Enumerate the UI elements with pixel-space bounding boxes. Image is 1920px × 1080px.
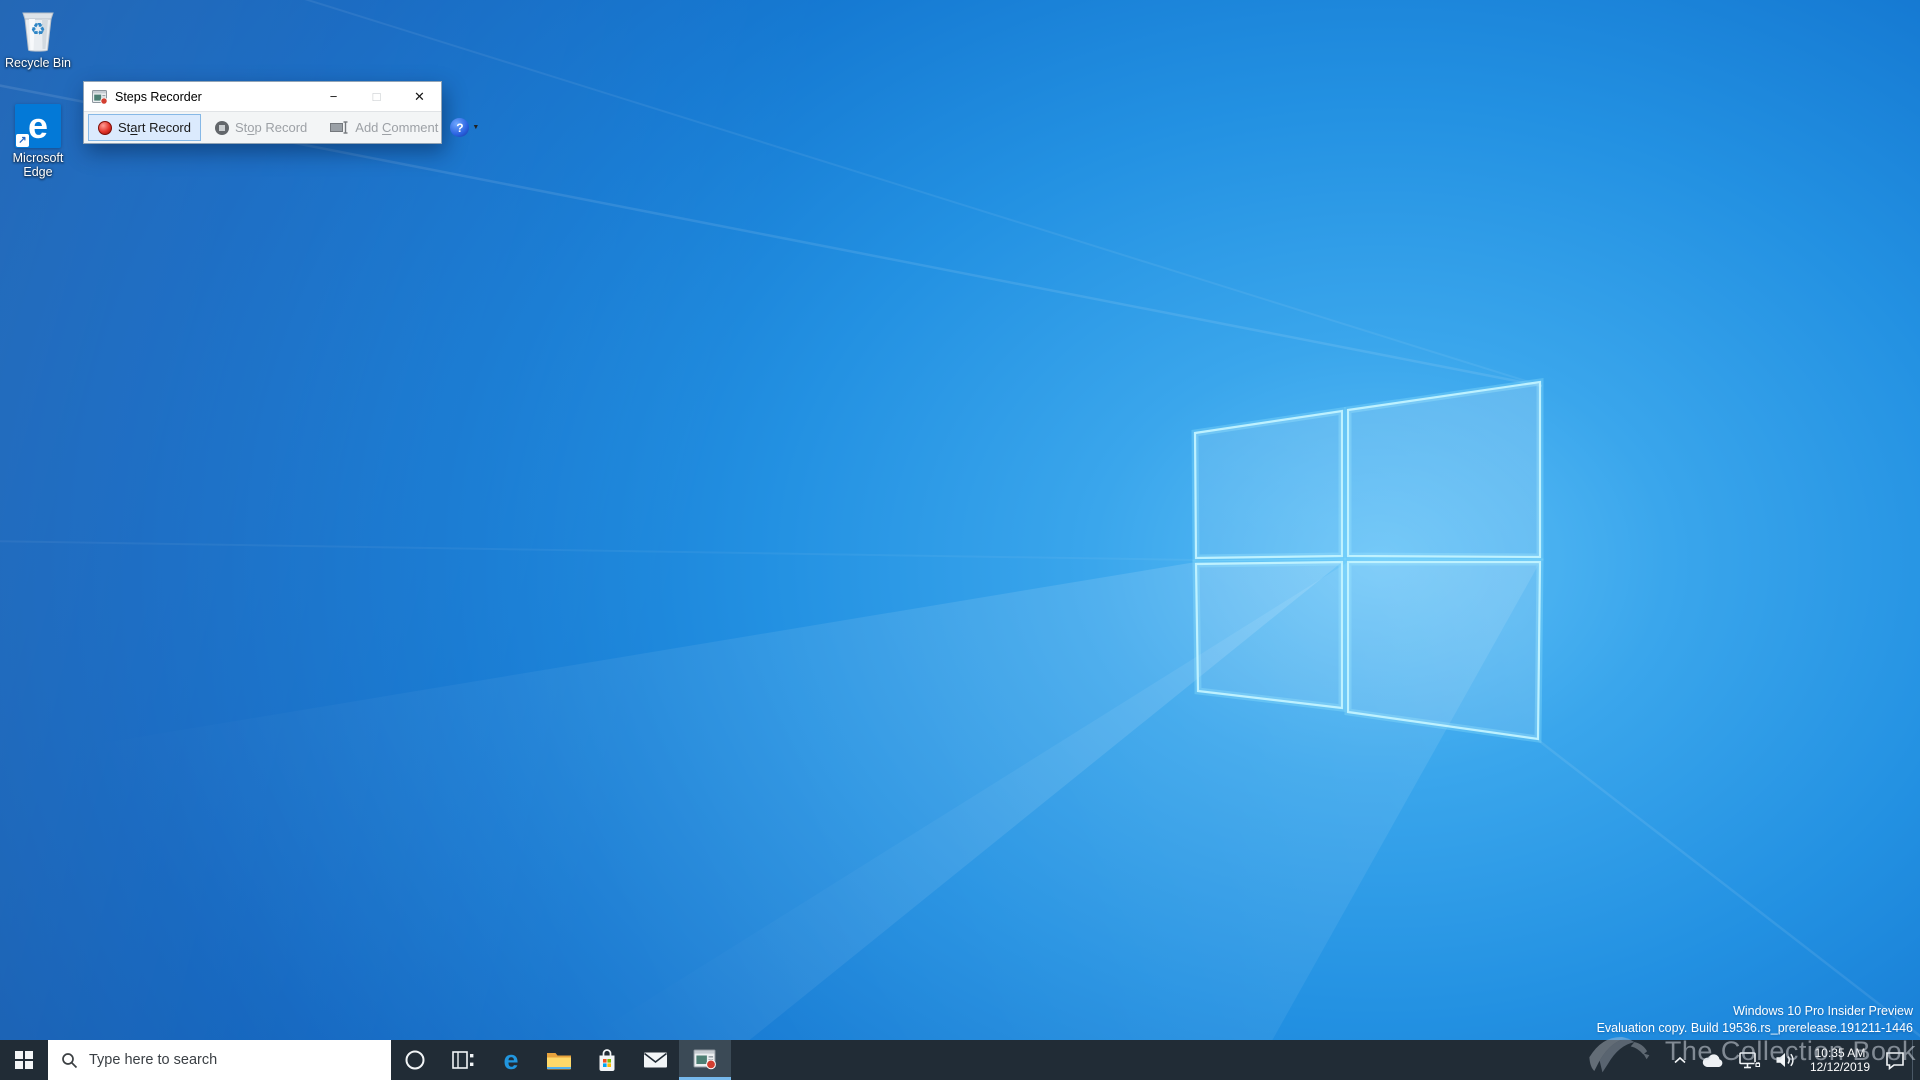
search-placeholder: Type here to search: [89, 1052, 217, 1068]
windows-logo-icon: [15, 1051, 33, 1069]
action-center-button[interactable]: [1878, 1040, 1912, 1080]
maximize-button[interactable]: □: [355, 82, 398, 111]
start-record-button[interactable]: Start Record: [88, 114, 201, 141]
volume-icon: [1774, 1051, 1796, 1069]
clock-date: 12/12/2019: [1810, 1060, 1870, 1074]
desktop-icon-recycle-bin[interactable]: ♻ Recycle Bin: [0, 5, 76, 70]
titlebar[interactable]: Steps Recorder − □ ✕: [84, 82, 441, 111]
taskbar-clock[interactable]: 10:35 AM 12/12/2019: [1802, 1046, 1878, 1074]
desktop-icon-label: Recycle Bin: [0, 56, 76, 70]
record-icon: [98, 121, 112, 135]
help-button[interactable]: ? ▼: [447, 118, 482, 137]
edge-icon: e: [503, 1047, 518, 1074]
tray-expand-button[interactable]: [1666, 1040, 1694, 1080]
show-desktop-button[interactable]: [1912, 1040, 1920, 1080]
tray-onedrive-button[interactable]: [1694, 1040, 1732, 1080]
insider-watermark-line1: Windows 10 Pro Insider Preview: [1597, 1003, 1913, 1020]
network-icon: [1738, 1051, 1762, 1070]
steps-recorder-app-icon: [92, 89, 108, 105]
minimize-button[interactable]: −: [312, 82, 355, 111]
action-center-icon: [1884, 1050, 1906, 1070]
taskbar-file-explorer-button[interactable]: [535, 1040, 583, 1080]
chevron-up-icon: [1672, 1055, 1688, 1065]
system-tray: 10:35 AM 12/12/2019: [1666, 1040, 1920, 1080]
taskbar-task-view-button[interactable]: [439, 1040, 487, 1080]
screen: ♻ Recycle Bin e ↗ Microsoft Edge Steps R…: [0, 0, 1920, 1080]
cortana-icon: [404, 1049, 426, 1071]
microsoft-store-icon: [595, 1047, 619, 1073]
taskbar-edge-button[interactable]: e: [487, 1040, 535, 1080]
file-explorer-icon: [546, 1050, 572, 1071]
chevron-down-icon: ▼: [472, 124, 479, 131]
steps-recorder-toolbar: Start Record Stop Record Add Comment ? ▼: [84, 111, 441, 143]
search-icon: [61, 1052, 78, 1069]
tray-network-button[interactable]: [1732, 1040, 1768, 1080]
help-icon: ?: [450, 118, 469, 137]
recycle-bin-icon: ♻: [0, 5, 76, 53]
add-comment-button[interactable]: Add Comment: [321, 115, 447, 140]
onedrive-cloud-icon: [1700, 1052, 1726, 1069]
edge-icon: e ↗: [15, 104, 61, 148]
comment-icon: [330, 121, 349, 134]
mail-icon: [643, 1051, 668, 1069]
clock-time: 10:35 AM: [1810, 1046, 1870, 1060]
stop-record-button[interactable]: Stop Record: [206, 115, 316, 140]
stop-record-label: Stop Record: [235, 120, 307, 135]
taskbar-mail-button[interactable]: [631, 1040, 679, 1080]
taskbar: Type here to search e: [0, 1040, 1920, 1080]
tray-volume-button[interactable]: [1768, 1040, 1802, 1080]
steps-recorder-icon: [693, 1048, 717, 1070]
window-title: Steps Recorder: [115, 90, 202, 104]
steps-recorder-window: Steps Recorder − □ ✕ Start Record Stop R…: [83, 81, 442, 144]
insider-watermark-line2: Evaluation copy. Build 19536.rs_prerelea…: [1597, 1020, 1913, 1037]
desktop-icon-label: Microsoft Edge: [0, 151, 76, 179]
taskbar-cortana-button[interactable]: [391, 1040, 439, 1080]
stop-icon: [215, 121, 229, 135]
windows-hero-wallpaper-logo: [0, 0, 1920, 1080]
desktop-icon-microsoft-edge[interactable]: e ↗ Microsoft Edge: [0, 104, 76, 179]
add-comment-label: Add Comment: [355, 120, 438, 135]
start-record-label: Start Record: [118, 120, 191, 135]
shortcut-arrow-icon: ↗: [16, 134, 29, 147]
taskbar-steps-recorder-button[interactable]: [679, 1040, 731, 1080]
taskbar-search[interactable]: Type here to search: [48, 1040, 391, 1080]
close-button[interactable]: ✕: [398, 82, 441, 111]
task-view-icon: [452, 1050, 475, 1070]
start-button[interactable]: [0, 1040, 48, 1080]
insider-watermark: Windows 10 Pro Insider Preview Evaluatio…: [1597, 1003, 1913, 1037]
desktop-background[interactable]: [0, 0, 1920, 1080]
taskbar-store-button[interactable]: [583, 1040, 631, 1080]
recycle-symbol-icon: ♻: [15, 20, 61, 40]
